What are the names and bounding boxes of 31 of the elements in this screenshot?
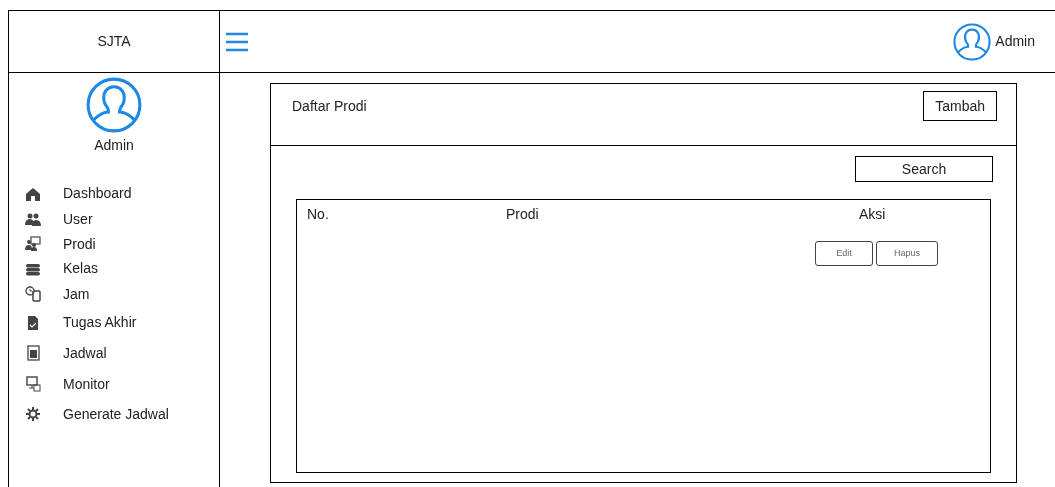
edit-button[interactable]: Edit: [815, 241, 873, 266]
gear-icon: [25, 406, 41, 422]
user-avatar-icon[interactable]: [953, 22, 992, 61]
presentation-icon: [25, 236, 41, 252]
calendar-icon: [25, 345, 41, 361]
sidebar-item[interactable]: User: [63, 209, 93, 230]
sidebar-item[interactable]: Dashboard: [63, 183, 132, 204]
sidebar-item[interactable]: Tugas Akhir: [63, 312, 137, 333]
user-name[interactable]: Admin: [995, 31, 1035, 52]
sidebar-item[interactable]: Jadwal: [63, 342, 107, 364]
column-header: Aksi: [859, 205, 886, 224]
user-name: Admin: [94, 136, 134, 155]
monitor-icon: [25, 376, 41, 392]
sidebar-item[interactable]: Kelas: [63, 258, 99, 279]
add-button[interactable]: Tambah: [923, 91, 997, 121]
users-icon: [25, 211, 41, 228]
home-icon: [25, 185, 41, 202]
search-button[interactable]: Search: [855, 156, 993, 182]
document-check-icon: [25, 314, 41, 331]
menu-icon[interactable]: [225, 31, 249, 52]
panel-title: Daftar Prodi: [292, 97, 367, 116]
sidebar-item[interactable]: Monitor: [63, 373, 110, 395]
sidebar-item[interactable]: Jam: [63, 283, 90, 305]
delete-button[interactable]: Hapus: [876, 241, 938, 266]
clock-device-icon: [25, 286, 41, 302]
column-header: Prodi: [506, 205, 539, 224]
sidebar-item[interactable]: Prodi: [63, 233, 96, 255]
sidebar-item[interactable]: Generate Jadwal: [63, 403, 169, 425]
app-title: SJTA: [97, 32, 131, 51]
column-header: No.: [307, 205, 329, 224]
user-avatar-icon: [86, 77, 142, 133]
